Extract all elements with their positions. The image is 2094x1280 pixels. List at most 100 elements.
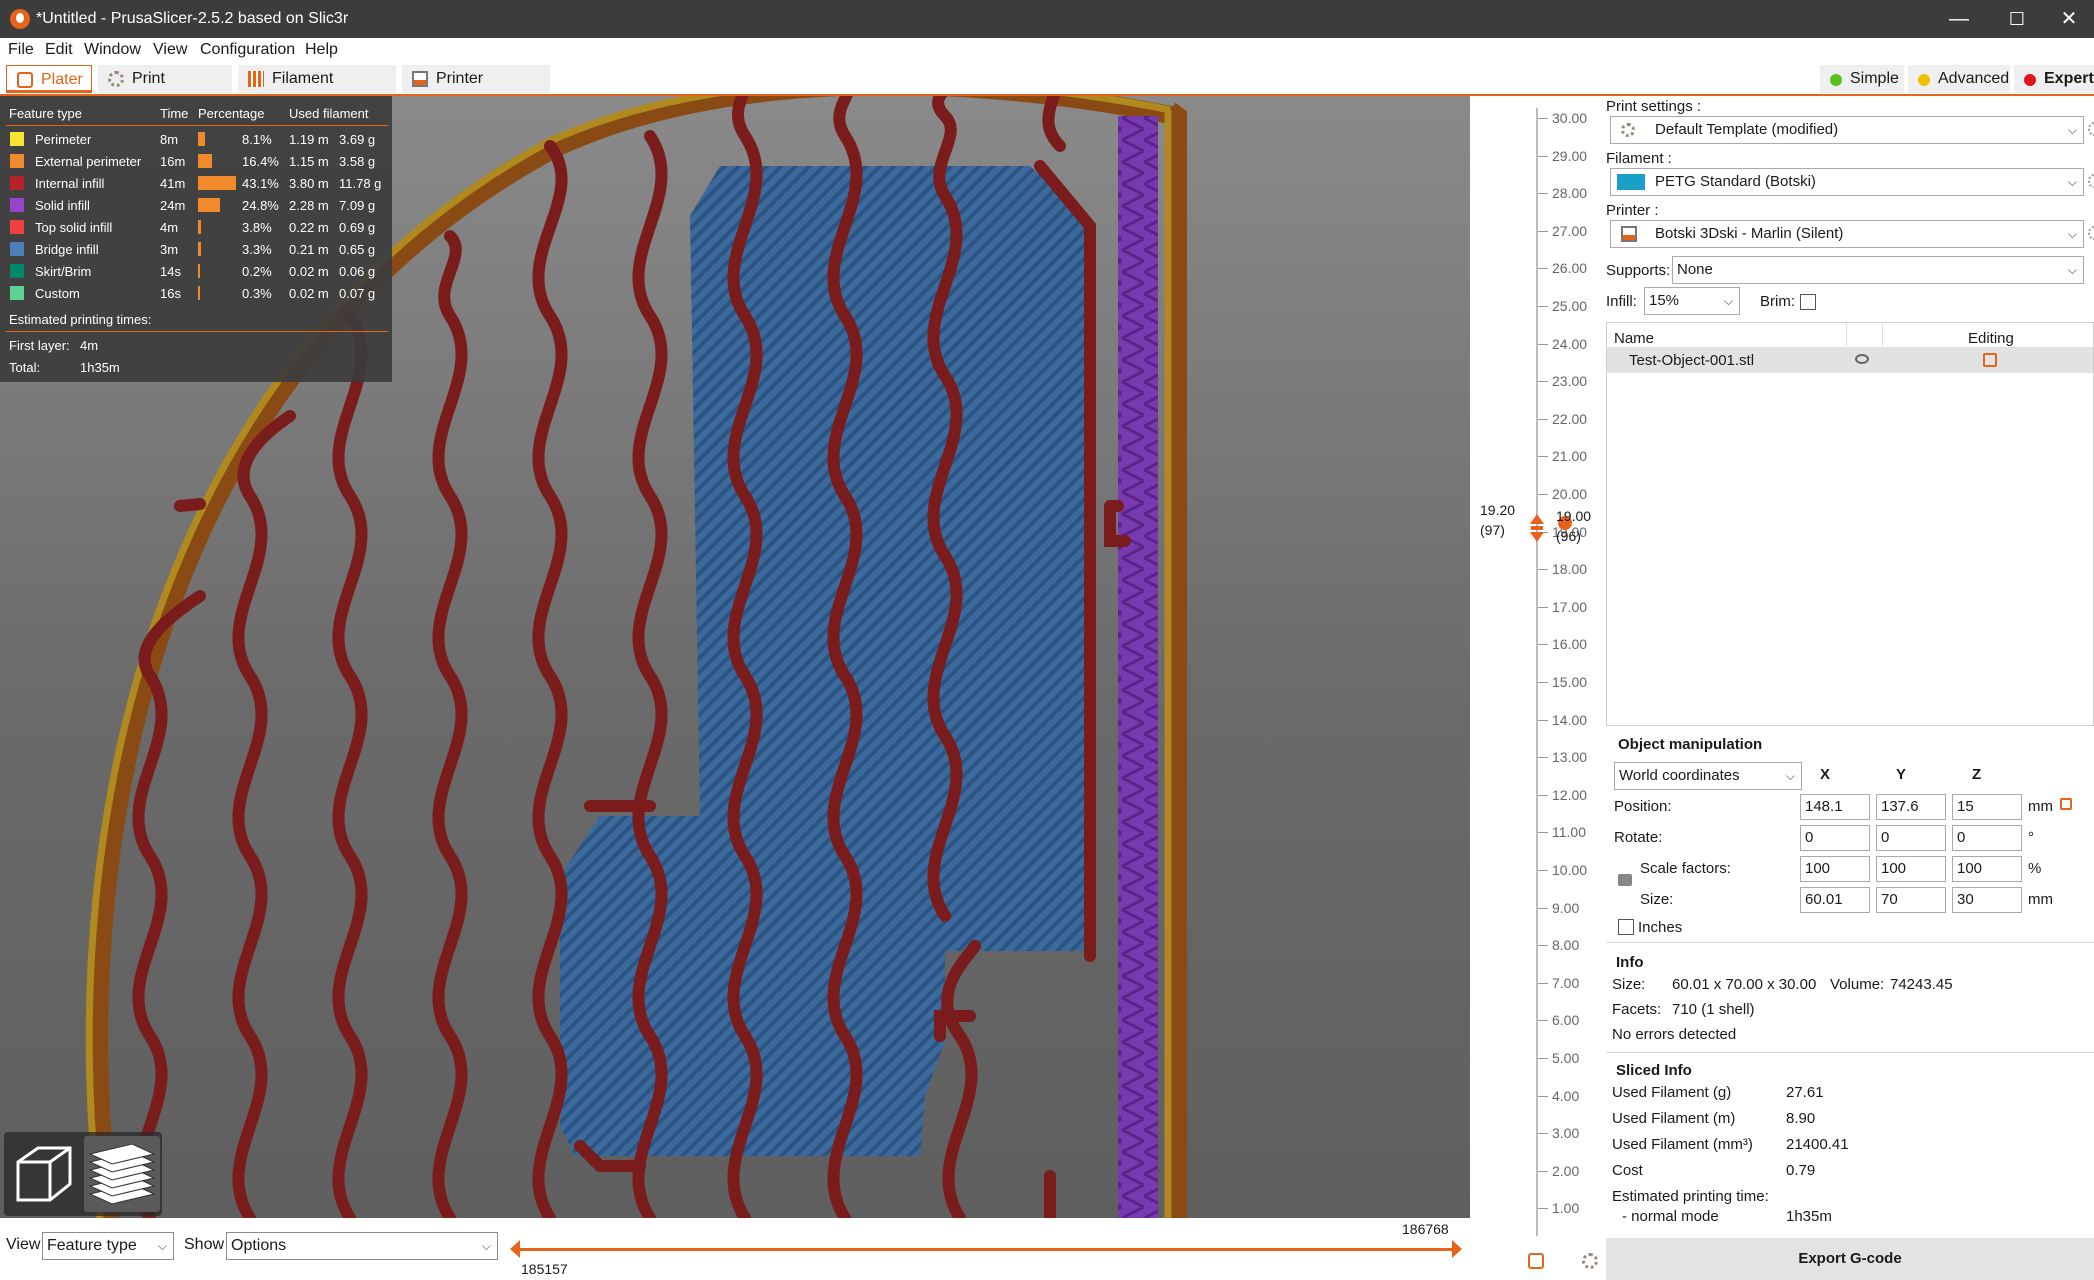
legend-header-percentage: Percentage xyxy=(198,106,265,121)
position-x-field[interactable]: 148.1 xyxy=(1800,794,1870,820)
menu-configuration[interactable]: Configuration xyxy=(200,41,295,59)
scale-z-field[interactable]: 100 xyxy=(1952,856,2022,882)
printer-edit-icon[interactable] xyxy=(2088,226,2094,240)
menu-view[interactable]: View xyxy=(153,41,187,59)
edit-object-icon[interactable] xyxy=(1983,353,1997,367)
legend-row-grams: 0.06 g xyxy=(339,264,376,279)
first-layer-value: 4m xyxy=(80,338,99,353)
menu-edit[interactable]: Edit xyxy=(45,41,73,59)
normal-mode-label: - normal mode xyxy=(1622,1208,1719,1225)
vslider-tick-mark xyxy=(1538,418,1548,420)
view-type-select[interactable]: Feature type ⌵ xyxy=(42,1232,174,1260)
show-options-select[interactable]: Options ⌵ xyxy=(226,1232,498,1260)
tab-plater[interactable]: Plater xyxy=(6,65,92,93)
3d-view-cube-icon[interactable] xyxy=(8,1136,82,1210)
size-y-field[interactable]: 70 xyxy=(1876,887,1946,913)
filament-combo[interactable]: PETG Standard (Botski) ⌵ xyxy=(1610,168,2084,196)
export-gcode-button[interactable]: Export G-code xyxy=(1606,1238,2094,1280)
infill-combo[interactable]: 15% ⌵ xyxy=(1644,287,1740,315)
sliced-filament-mm3-value: 21400.41 xyxy=(1786,1136,1849,1153)
object-name: Test-Object-001.stl xyxy=(1629,352,1755,369)
eye-icon[interactable] xyxy=(1855,354,1869,364)
vslider-tick-label: 6.00 xyxy=(1552,1012,1580,1029)
vslider-tick-label: 8.00 xyxy=(1552,937,1580,954)
position-z-field[interactable]: 15 xyxy=(1952,794,2022,820)
legend-row[interactable]: External perimeter 16m 16.4% 1.15 m 3.58… xyxy=(0,150,392,172)
print-settings-combo[interactable]: Default Template (modified) ⌵ xyxy=(1610,116,2084,144)
vslider-track[interactable] xyxy=(1536,108,1538,1236)
rotate-x-field[interactable]: 0 xyxy=(1800,825,1870,851)
sliced-filament-m-value: 8.90 xyxy=(1786,1110,1816,1127)
mode-simple-button[interactable]: Simple xyxy=(1820,65,1904,93)
layer-slider[interactable]: 30.00 29.00 28.00 27.00 26.00 25.00 24.00 23.00… xyxy=(1470,96,1606,1280)
filament-edit-icon[interactable] xyxy=(2088,174,2094,188)
vslider-selection xyxy=(1531,526,1543,530)
vslider-tick-mark xyxy=(1538,757,1548,759)
estimated-time-label: Estimated printing time: xyxy=(1612,1188,1769,1205)
legend-row-bar xyxy=(198,154,213,168)
vslider-tick-mark xyxy=(1538,306,1548,307)
mode-advanced-button[interactable]: Advanced xyxy=(1908,65,2010,93)
coordinates-combo[interactable]: World coordinates ⌵ xyxy=(1614,762,1802,790)
legend-row[interactable]: Bridge infill 3m 3.3% 0.21 m 0.65 g xyxy=(0,238,392,260)
close-button[interactable]: ✕ xyxy=(2044,0,2094,38)
info-title: Info xyxy=(1616,954,1644,971)
inches-checkbox[interactable] xyxy=(1618,919,1634,935)
drop-to-bed-icon[interactable] xyxy=(2060,798,2072,810)
scale-label: Scale factors: xyxy=(1640,860,1731,877)
legend-row[interactable]: Solid infill 24m 24.8% 2.28 m 7.09 g xyxy=(0,194,392,216)
rotate-z-field[interactable]: 0 xyxy=(1952,825,2022,851)
printer-combo[interactable]: Botski 3Dski - Marlin (Silent) ⌵ xyxy=(1610,220,2084,248)
tab-printer-settings[interactable]: Printer Settings xyxy=(402,65,550,115)
mode-expert-button[interactable]: Expert xyxy=(2014,65,2094,93)
legend-row-pct: 43.1% xyxy=(242,176,279,191)
hslider-lower-thumb[interactable] xyxy=(510,1240,520,1258)
minimize-button[interactable]: — xyxy=(1934,0,1984,38)
legend-row-meters: 0.22 m xyxy=(289,220,329,235)
legend-row[interactable]: Top solid infill 4m 3.8% 0.22 m 0.69 g xyxy=(0,216,392,238)
advanced-mode-dot-icon xyxy=(1918,74,1930,86)
vslider-tick-label: 13.00 xyxy=(1552,749,1588,766)
legend-row-pct: 0.2% xyxy=(242,264,272,279)
vslider-tick-label: 29.00 xyxy=(1552,147,1588,164)
size-z-field[interactable]: 30 xyxy=(1952,887,2022,913)
tab-filament-settings[interactable]: Filament Settings xyxy=(238,65,396,115)
legend-row-name: Bridge infill xyxy=(35,242,99,257)
bridge-infill-color-swatch xyxy=(10,242,24,256)
object-manipulation-title: Object manipulation xyxy=(1618,736,1763,753)
legend-row[interactable]: Skirt/Brim 14s 0.2% 0.02 m 0.06 g xyxy=(0,260,392,282)
vslider-lower-thumb[interactable] xyxy=(1530,532,1544,542)
legend-row-bar xyxy=(198,176,236,190)
supports-combo[interactable]: None ⌵ xyxy=(1672,256,2084,284)
chevron-down-icon: ⌵ xyxy=(481,1239,491,1253)
rotate-y-field[interactable]: 0 xyxy=(1876,825,1946,851)
vslider-tick-label: 2.00 xyxy=(1552,1162,1580,1179)
vslider-tick-label: 28.00 xyxy=(1552,185,1588,202)
vslider-upper-thumb[interactable] xyxy=(1530,514,1544,524)
layers-view-icon[interactable] xyxy=(84,1136,160,1212)
axis-x-label: X xyxy=(1820,766,1831,783)
menu-file[interactable]: File xyxy=(8,41,34,59)
scale-y-field[interactable]: 100 xyxy=(1876,856,1946,882)
cog-icon[interactable] xyxy=(1582,1253,1598,1269)
legend-row-bar xyxy=(198,220,202,234)
menu-window[interactable]: Window xyxy=(84,41,141,59)
maximize-button[interactable]: ☐ xyxy=(1992,0,2042,38)
size-x-field[interactable]: 60.01 xyxy=(1800,887,1870,913)
scale-x-field[interactable]: 100 xyxy=(1800,856,1870,882)
legend-row[interactable]: Custom 16s 0.3% 0.02 m 0.07 g xyxy=(0,282,392,304)
position-y-field[interactable]: 137.6 xyxy=(1876,794,1946,820)
hslider-upper-thumb[interactable] xyxy=(1452,1240,1462,1258)
brim-checkbox[interactable] xyxy=(1800,294,1816,310)
lock-scale-icon[interactable] xyxy=(1618,874,1632,886)
horizontal-slider-track[interactable] xyxy=(520,1248,1456,1251)
tab-print-settings[interactable]: Print Settings xyxy=(98,65,232,115)
legend-row[interactable]: Perimeter 8m 8.1% 1.19 m 3.69 g xyxy=(0,128,392,150)
legend-row-name: Perimeter xyxy=(35,132,92,147)
print-settings-edit-icon[interactable] xyxy=(2088,122,2094,136)
menu-help[interactable]: Help xyxy=(305,41,338,59)
legend-row-meters: 0.02 m xyxy=(289,264,329,279)
object-row[interactable]: Test-Object-001.stl xyxy=(1607,348,2093,373)
legend-row[interactable]: Internal infill 41m 43.1% 3.80 m 11.78 g xyxy=(0,172,392,194)
lock-icon[interactable] xyxy=(1528,1253,1544,1269)
